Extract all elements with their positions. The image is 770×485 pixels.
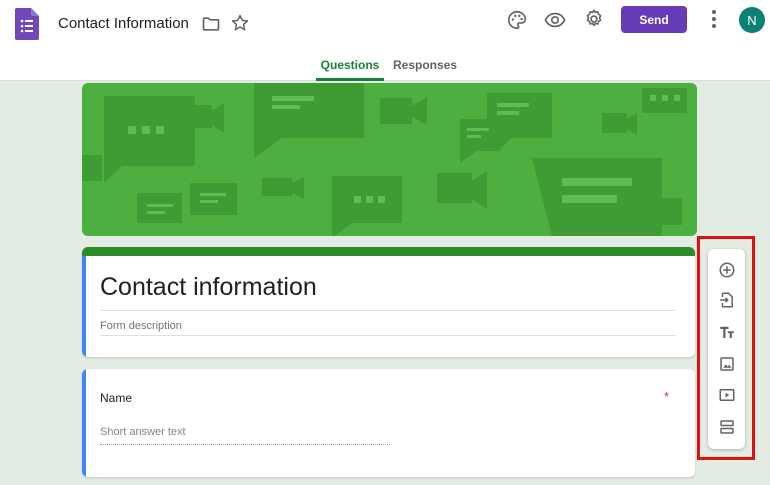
- selection-indicator: [82, 369, 86, 477]
- divider: [100, 310, 676, 311]
- preview-eye-icon[interactable]: [544, 9, 566, 31]
- short-answer-field: Short answer text: [100, 426, 186, 438]
- question-title[interactable]: Name: [100, 391, 132, 405]
- more-vert-icon[interactable]: [705, 8, 723, 30]
- selection-indicator: [82, 256, 86, 357]
- add-section-icon[interactable]: [716, 416, 737, 437]
- form-header-banner: [82, 83, 697, 236]
- top-header: Contact Information Send N Questions Res…: [0, 0, 770, 81]
- tab-responses[interactable]: Responses: [392, 52, 458, 81]
- star-icon[interactable]: [230, 13, 250, 33]
- settings-gear-icon[interactable]: [583, 8, 605, 30]
- document-title[interactable]: Contact Information: [58, 14, 189, 34]
- form-title-input[interactable]: Contact information: [100, 273, 317, 302]
- theme-color-band: [82, 247, 695, 256]
- add-question-icon[interactable]: [716, 259, 737, 280]
- add-title-icon[interactable]: [716, 321, 737, 342]
- google-forms-logo-icon[interactable]: [15, 8, 39, 40]
- palette-icon[interactable]: [506, 9, 528, 31]
- add-video-icon[interactable]: [716, 384, 737, 405]
- divider: [100, 335, 676, 336]
- answer-underline: [100, 444, 390, 445]
- tab-questions[interactable]: Questions: [316, 52, 384, 81]
- add-image-icon[interactable]: [716, 353, 737, 374]
- folder-icon[interactable]: [201, 14, 221, 34]
- question-card[interactable]: Name * Short answer text: [82, 369, 695, 477]
- required-asterisk: *: [664, 389, 670, 404]
- account-avatar[interactable]: N: [739, 7, 765, 33]
- import-questions-icon[interactable]: [716, 289, 737, 310]
- send-button[interactable]: Send: [621, 6, 687, 33]
- floating-toolbar: [708, 249, 745, 449]
- form-title-card: Contact information Form description: [82, 247, 695, 357]
- form-description-input[interactable]: Form description: [100, 320, 182, 332]
- banner-illustration: [82, 83, 687, 236]
